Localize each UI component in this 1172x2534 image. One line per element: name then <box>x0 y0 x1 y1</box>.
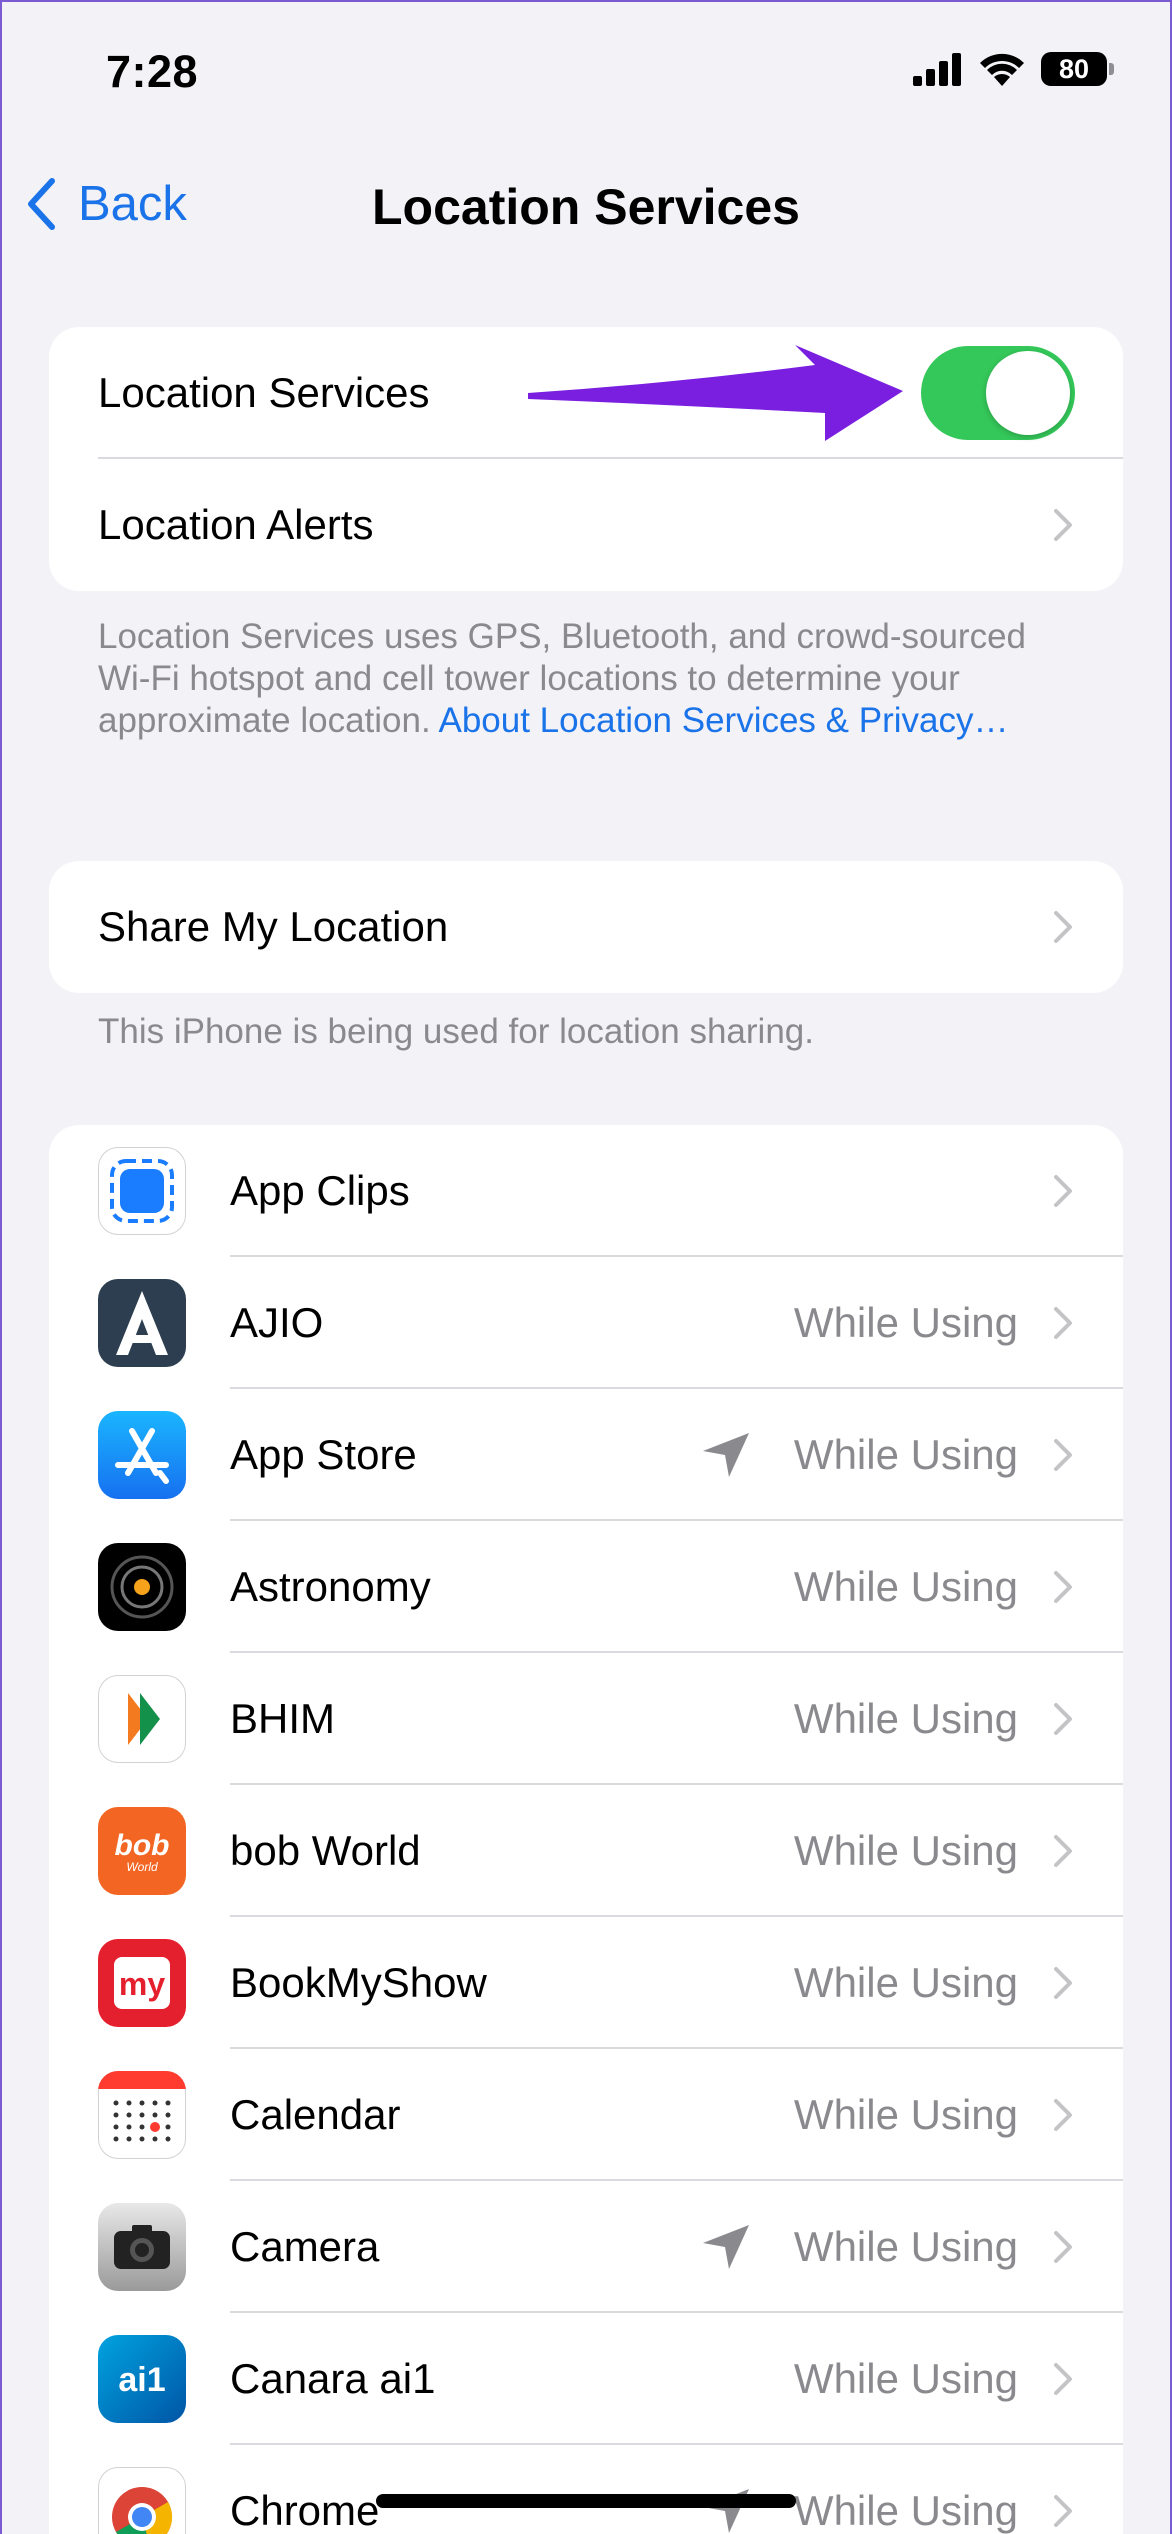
app-row-app-clips[interactable]: App Clips <box>49 1125 1123 1257</box>
chevron-right-icon <box>1054 2363 1072 2395</box>
app-name: AJIO <box>230 1299 324 1346</box>
share-footnote: This iPhone is being used for location s… <box>98 1012 814 1051</box>
app-name: Camera <box>230 2223 380 2270</box>
location-arrow-icon <box>703 1433 749 1477</box>
share-location-group: Share My Location <box>49 861 1123 993</box>
app-row-camera[interactable]: Camera While Using <box>49 2181 1123 2313</box>
app-name: Calendar <box>230 2091 401 2138</box>
app-row-bhim[interactable]: BHIM While Using <box>49 1653 1123 1785</box>
camera-icon <box>98 2203 186 2291</box>
battery-tip <box>1109 63 1114 75</box>
svg-text:World: World <box>126 1860 158 1874</box>
location-alerts-label: Location Alerts <box>98 501 374 548</box>
app-name: BHIM <box>230 1695 335 1742</box>
location-services-toggle[interactable] <box>921 346 1075 440</box>
chevron-right-icon <box>1054 2495 1072 2527</box>
app-name: Astronomy <box>230 1563 431 1610</box>
location-alerts-row[interactable]: Location Alerts <box>49 459 1123 591</box>
calendar-icon <box>98 2071 186 2159</box>
app-permission-value: While Using <box>793 2487 1018 2534</box>
app-name: Chrome <box>230 2487 380 2534</box>
chevron-right-icon <box>1054 1571 1072 1603</box>
about-location-link[interactable]: About Location Services & Privacy… <box>438 701 1008 740</box>
chevron-right-icon <box>1054 1703 1072 1735</box>
app-row-bookmyshow[interactable]: my BookMyShow While Using <box>49 1917 1123 2049</box>
location-services-footnote: Location Services uses GPS, Bluetooth, a… <box>98 616 1058 742</box>
app-permission-value: While Using <box>793 2355 1018 2402</box>
app-row-canara[interactable]: ai1 Canara ai1 While Using <box>49 2313 1123 2445</box>
app-name: Canara ai1 <box>230 2355 436 2402</box>
battery-indicator: 80 <box>1041 52 1114 86</box>
bob-world-icon: bob World <box>98 1807 186 1895</box>
app-store-icon <box>98 1411 186 1499</box>
app-row-calendar[interactable]: Calendar While Using <box>49 2049 1123 2181</box>
app-row-astronomy[interactable]: Astronomy While Using <box>49 1521 1123 1653</box>
location-arrow-icon <box>703 2225 749 2269</box>
app-permission-value: While Using <box>793 1299 1018 1346</box>
bhim-icon <box>98 1675 186 1763</box>
svg-text:bob: bob <box>115 1829 170 1862</box>
share-my-location-row[interactable]: Share My Location <box>49 861 1123 993</box>
chevron-right-icon <box>1054 1835 1072 1867</box>
ajio-icon <box>98 1279 186 1367</box>
app-name: App Clips <box>230 1167 410 1214</box>
battery-level: 80 <box>1041 52 1107 86</box>
location-services-label: Location Services <box>98 369 430 416</box>
app-row-bob-world[interactable]: bob World bob World While Using <box>49 1785 1123 1917</box>
app-permission-value: While Using <box>793 1827 1018 1874</box>
chevron-right-icon <box>1054 1967 1072 1999</box>
annotation-arrow <box>528 345 903 441</box>
chevron-right-icon <box>1054 509 1072 541</box>
svg-text:ai1: ai1 <box>118 2361 165 2399</box>
app-name: BookMyShow <box>230 1959 487 2006</box>
app-permission-value: While Using <box>793 2091 1018 2138</box>
chevron-right-icon <box>1054 2231 1072 2263</box>
app-row-app-store[interactable]: App Store While Using <box>49 1389 1123 1521</box>
chevron-right-icon <box>1054 911 1072 943</box>
chevron-right-icon <box>1054 1307 1072 1339</box>
toggle-knob <box>986 351 1070 435</box>
chevron-right-icon <box>1054 1175 1072 1207</box>
bookmyshow-icon: my <box>98 1939 186 2027</box>
app-permission-value: While Using <box>793 1959 1018 2006</box>
app-name: App Store <box>230 1431 417 1478</box>
canara-icon: ai1 <box>98 2335 186 2423</box>
app-name: bob World <box>230 1827 421 1874</box>
cellular-signal-icon <box>913 53 961 86</box>
app-permission-value: While Using <box>793 1695 1018 1742</box>
home-indicator <box>376 2494 796 2508</box>
chrome-icon <box>98 2467 186 2534</box>
svg-text:my: my <box>119 1966 165 2002</box>
share-my-location-label: Share My Location <box>98 903 449 950</box>
page-title: Location Services <box>372 179 800 235</box>
status-time: 7:28 <box>106 46 199 97</box>
wifi-icon <box>980 53 1024 86</box>
status-icons: 80 <box>913 52 1114 86</box>
app-list: App Clips AJIO While Using App Store While U… <box>49 1125 1123 2534</box>
chevron-right-icon <box>1054 2099 1072 2131</box>
app-row-ajio[interactable]: AJIO While Using <box>49 1257 1123 1389</box>
app-row-chrome[interactable]: Chrome While Using <box>49 2445 1123 2534</box>
app-clips-icon <box>98 1147 186 1235</box>
app-permission-value: While Using <box>793 1431 1018 1478</box>
app-permission-value: While Using <box>793 1563 1018 1610</box>
chevron-right-icon <box>1054 1439 1072 1471</box>
app-permission-value: While Using <box>793 2223 1018 2270</box>
astronomy-icon <box>98 1543 186 1631</box>
